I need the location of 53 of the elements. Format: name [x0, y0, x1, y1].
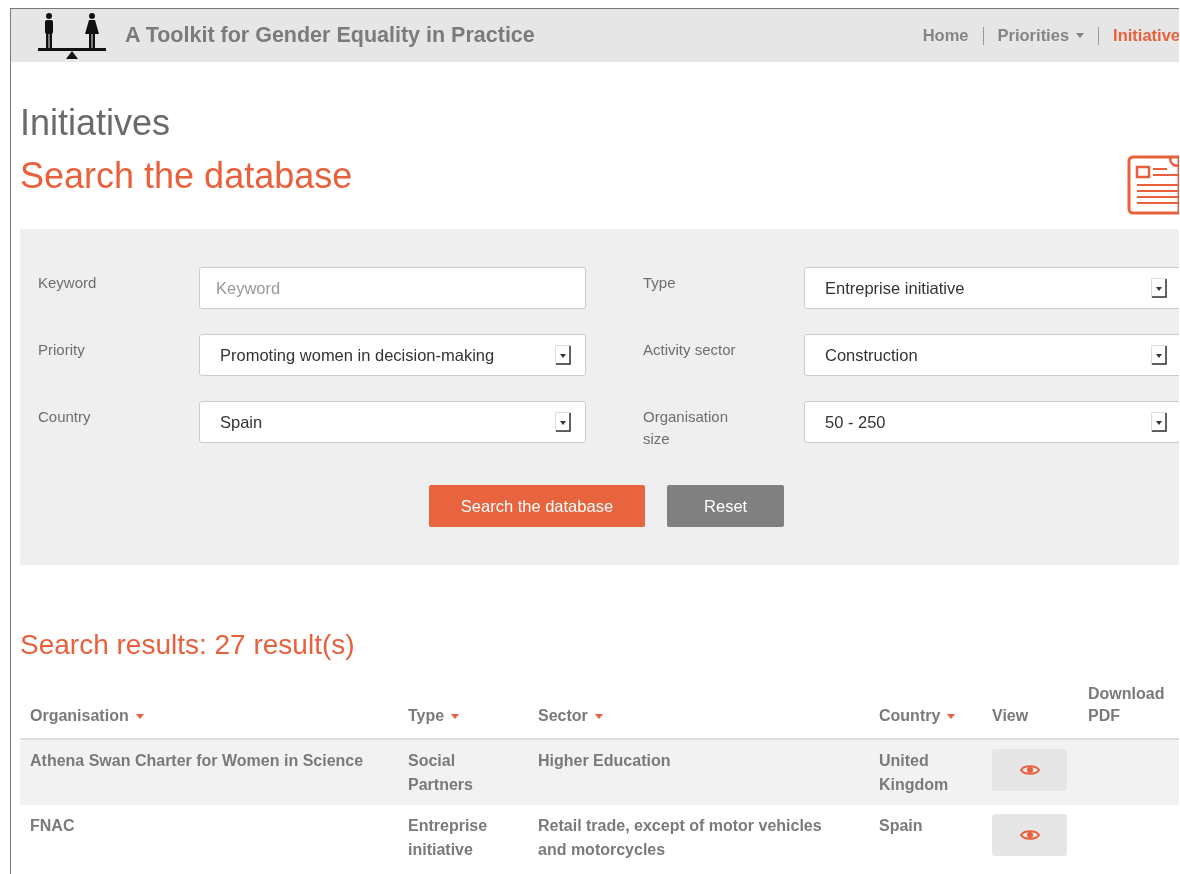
dropdown-icon [555, 412, 571, 432]
table-cell: Entreprise initiative [398, 805, 528, 870]
table-cell: Social Partners [398, 739, 528, 805]
table-cell: Higher Education [528, 739, 869, 805]
column-header: View [992, 707, 1029, 724]
dropdown-icon [1151, 345, 1167, 365]
column-header[interactable]: Organisation [30, 707, 144, 724]
page-title: Initiatives [20, 102, 172, 144]
column-header: Download PDF [1088, 684, 1166, 726]
dropdown-icon [1151, 278, 1167, 298]
nav-link[interactable]: Home [922, 26, 969, 45]
view-button[interactable] [992, 749, 1067, 791]
results-title: Search results: 27 result(s) [20, 629, 356, 661]
search-button[interactable]: Search the database [428, 485, 646, 527]
sort-icon [135, 714, 144, 720]
scale-logo [38, 12, 106, 59]
table-cell: Retail trade, except of motor vehicles and motorcycles [528, 805, 869, 870]
site-title: A Toolkit for Gender Equality in Practice [125, 23, 535, 48]
nav-divider [982, 26, 984, 45]
dropdown-icon [555, 345, 571, 365]
field-label: Organisation size [643, 407, 730, 449]
keyword-field[interactable]: Keyword [199, 267, 586, 309]
search-title: Search the database [20, 154, 353, 198]
select-field[interactable]: Promoting women in decision-making [199, 334, 586, 376]
field-label: Activity sector [643, 340, 737, 360]
table-cell: Athena Swan Charter for Women in Science [20, 739, 398, 805]
table-cell: United Kingdom [869, 739, 982, 805]
document-icon [1127, 155, 1179, 215]
table-cell: FNAC [20, 805, 398, 870]
reset-button[interactable]: Reset [667, 485, 785, 527]
eye-icon [1019, 829, 1040, 841]
select-field[interactable]: Construction [804, 334, 1179, 376]
caret-icon [1076, 33, 1085, 38]
sort-icon [594, 714, 603, 720]
field-label: Priority [38, 340, 86, 360]
eye-icon [1019, 764, 1040, 776]
view-button[interactable] [992, 814, 1067, 856]
column-header[interactable]: Type [408, 707, 460, 724]
nav-link[interactable]: Priorities [997, 26, 1085, 45]
sort-icon [947, 714, 956, 720]
column-header[interactable]: Sector [538, 707, 603, 724]
column-header[interactable]: Country [879, 707, 956, 724]
field-label: Type [643, 273, 677, 293]
select-field[interactable]: 50 - 250 [804, 401, 1179, 443]
dropdown-icon [1151, 412, 1167, 432]
sort-icon [451, 714, 460, 720]
select-field[interactable]: Entreprise initiative [804, 267, 1179, 309]
table-cell: Spain [869, 805, 982, 870]
nav-divider [1098, 26, 1100, 45]
field-label: Keyword [38, 273, 98, 293]
select-field[interactable]: Spain [199, 401, 586, 443]
nav-link[interactable]: Initiative [1113, 26, 1179, 45]
field-label: Country [38, 407, 92, 427]
